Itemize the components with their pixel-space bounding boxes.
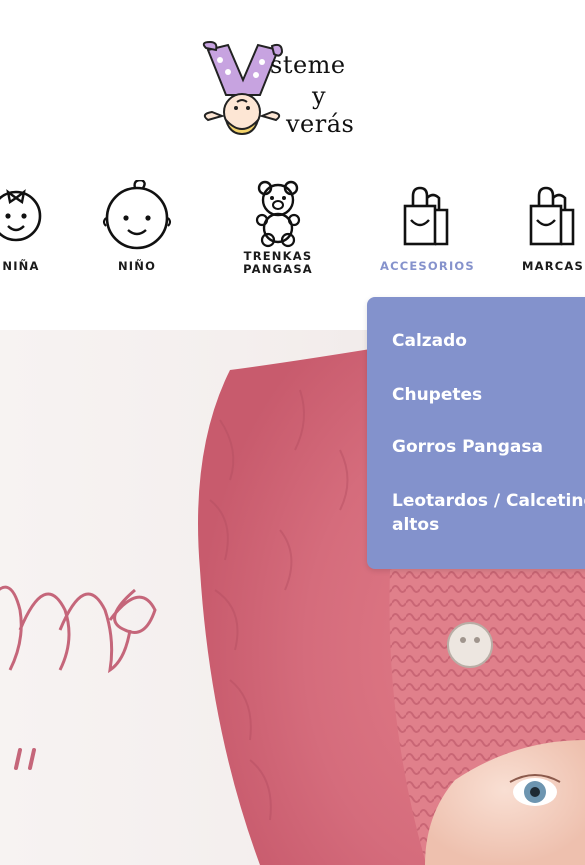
nav-label-nina: NIÑA — [2, 259, 40, 273]
nav-label-accesorios: ACCESORIOS — [380, 259, 475, 273]
dropdown-item-leotardos-calcetines[interactable]: Leotardos / Calcetines altos — [392, 489, 585, 537]
dropdown-item-leotardos-line2: altos — [392, 515, 440, 535]
nav-item-nina[interactable]: NIÑA — [0, 180, 56, 273]
dropdown-item-chupetes[interactable]: Chupetes — [392, 383, 585, 407]
dropdown-item-leotardos-line1: Leotardos / Calcetines — [392, 491, 585, 511]
shopping-bag-icon — [529, 186, 575, 246]
girl-face-icon — [0, 189, 42, 242]
shopping-bag-icon — [403, 186, 449, 246]
nav-item-accesorios[interactable]: ACCESORIOS — [380, 180, 474, 273]
main-nav: NIÑA NIÑO TRENKAS PANGASA ACCESORIOS MAR… — [0, 180, 585, 290]
teddy-bear-icon — [255, 180, 301, 248]
site-logo[interactable]: steme y verás — [198, 40, 378, 140]
nav-label-pangasa: PANGASA — [243, 262, 313, 276]
nav-label-marcas: MARCAS — [521, 259, 585, 273]
nav-item-nino[interactable]: NIÑO — [102, 180, 172, 273]
boy-face-icon — [103, 180, 171, 250]
logo-text-line-2: y — [312, 82, 327, 110]
dropdown-item-gorros-pangasa[interactable]: Gorros Pangasa — [392, 435, 585, 459]
hero-script-lettering — [0, 585, 157, 770]
accesorios-dropdown-menu: Calzado Chupetes Gorros Pangasa Leotardo… — [367, 297, 585, 569]
logo-text-line-1: steme — [270, 51, 346, 79]
nav-item-marcas[interactable]: MARCAS — [520, 180, 585, 273]
nav-item-trenkas-pangasa[interactable]: TRENKAS PANGASA — [240, 180, 316, 276]
logo-text-line-3: verás — [286, 110, 355, 138]
nav-label-nino: NIÑO — [117, 259, 157, 273]
dropdown-item-calzado[interactable]: Calzado — [392, 329, 585, 353]
